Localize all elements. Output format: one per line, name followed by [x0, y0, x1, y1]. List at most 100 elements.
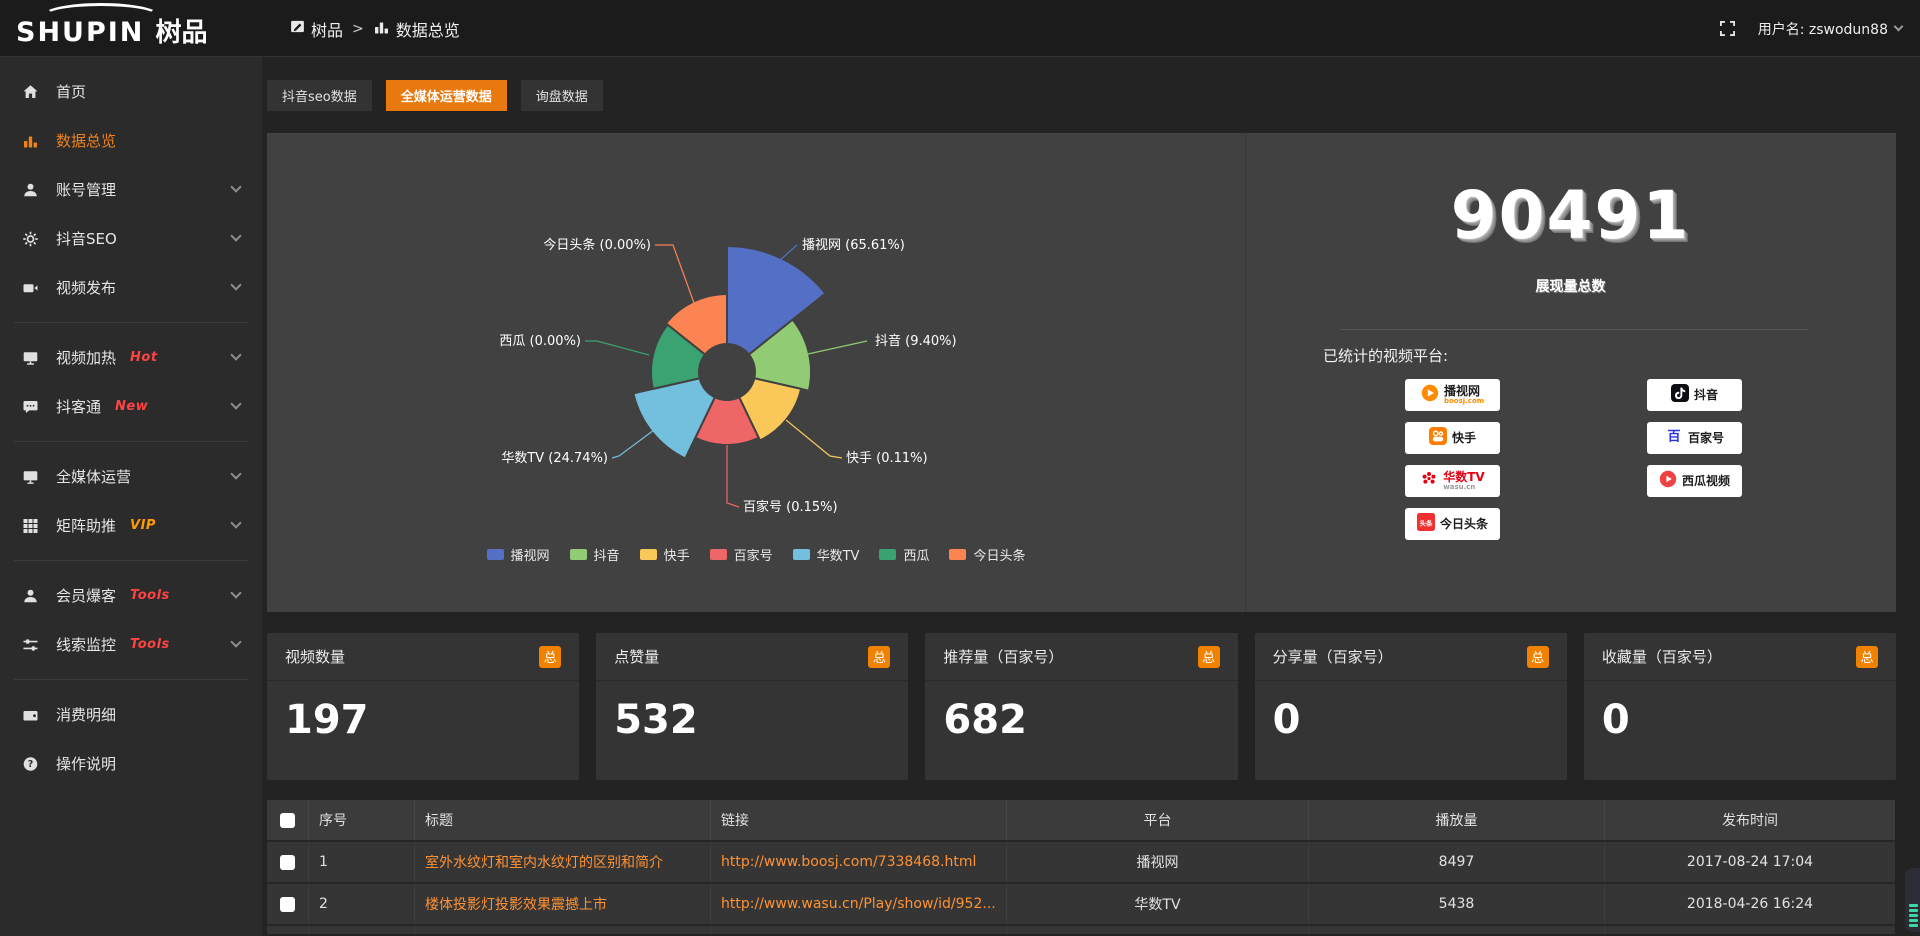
legend-item-百家号[interactable]: 百家号	[710, 545, 773, 564]
sidebar-item-label: 线索监控	[56, 634, 116, 655]
total-badge: 总	[868, 646, 890, 668]
stat-card-header: 推荐量（百家号）总	[925, 633, 1237, 681]
sidebar-item-线索监控[interactable]: 线索监控 Tools	[0, 620, 262, 669]
table-header-链接: 链接	[710, 800, 1006, 840]
pie-leader-line	[808, 341, 867, 354]
partial-cell	[710, 926, 1006, 934]
select-all-checkbox[interactable]	[280, 813, 295, 828]
row-title-cell: 楼体投影灯投影效果震撼上市	[414, 884, 710, 924]
pie-leader-line	[727, 445, 739, 507]
sidebar-item-视频发布[interactable]: 视频发布	[0, 263, 262, 312]
chevron-down-icon	[230, 636, 241, 647]
row-checkbox[interactable]	[280, 855, 295, 870]
table-row-partial	[267, 926, 1895, 934]
tab-抖音seo数据[interactable]: 抖音seo数据	[267, 80, 372, 111]
legend-item-西瓜[interactable]: 西瓜	[879, 545, 929, 564]
fullscreen-icon[interactable]	[1719, 20, 1736, 37]
chevron-down-icon	[230, 349, 241, 360]
legend-item-今日头条[interactable]: 今日头条	[949, 545, 1025, 564]
breadcrumb: 树品 > 数据总览	[290, 0, 460, 57]
overview-panel: 播视网 (65.61%)抖音 (9.40%)快手 (0.11%)百家号 (0.1…	[267, 133, 1896, 612]
sidebar-item-label: 会员爆客	[56, 585, 116, 606]
sidebar-divider	[14, 679, 248, 680]
sidebar-item-首页[interactable]: 首页	[0, 67, 262, 116]
legend-item-华数TV[interactable]: 华数TV	[793, 545, 860, 564]
legend-swatch	[570, 549, 587, 560]
video-url-link[interactable]: http://www.boosj.com/7338468.html	[721, 854, 976, 870]
sidebar-item-全媒体运营[interactable]: 全媒体运营	[0, 452, 262, 501]
widget-stripe	[1909, 909, 1918, 912]
legend-label: 西瓜	[903, 545, 929, 564]
boosj-logo-icon	[1421, 384, 1439, 406]
scroll-widget[interactable]	[1905, 868, 1920, 932]
sidebar-menu: 首页数据总览账号管理抖音SEO 视频发布视频加热Hot抖客通New 全媒体运营矩阵助…	[0, 67, 262, 788]
sidebar-item-label: 消费明细	[56, 704, 116, 725]
sidebar-item-badge: VIP	[130, 518, 156, 533]
row-plays-cell: 5438	[1308, 884, 1604, 924]
row-index-cell: 1	[308, 842, 414, 882]
stat-card-value: 532	[596, 681, 908, 743]
sidebar-item-label: 矩阵助推	[56, 515, 116, 536]
username-label: 用户名: zswodun88	[1758, 19, 1888, 39]
question-circle-icon: ?	[22, 755, 42, 772]
chevron-down-icon	[230, 468, 241, 479]
pie-leader-line	[612, 430, 654, 458]
platform-badge-今日头条: 头条今日头条	[1405, 508, 1500, 540]
stat-card-value: 0	[1255, 681, 1567, 743]
widget-stripe	[1909, 904, 1918, 907]
sidebar-item-数据总览[interactable]: 数据总览	[0, 116, 262, 165]
column-header-label: 标题	[425, 810, 453, 830]
sidebar-item-消费明细[interactable]: 消费明细	[0, 690, 262, 739]
tab-询盘数据[interactable]: 询盘数据	[521, 80, 603, 111]
pie-slice-华数TV[interactable]	[633, 378, 714, 458]
wallet-icon	[22, 706, 42, 723]
video-title-link[interactable]: 楼体投影灯投影效果震撼上市	[425, 894, 607, 914]
sidebar-item-label: 全媒体运营	[56, 466, 131, 487]
sidebar-item-账号管理[interactable]: 账号管理	[0, 165, 262, 214]
stat-card-视频数量: 视频数量总197	[267, 633, 579, 780]
sidebar-item-操作说明[interactable]: ?操作说明	[0, 739, 262, 788]
data-tabs: 抖音seo数据全媒体运营数据询盘数据	[267, 80, 603, 111]
legend-label: 播视网	[511, 545, 550, 564]
breadcrumb-current[interactable]: 数据总览	[373, 17, 460, 41]
total-badge: 总	[1856, 646, 1878, 668]
breadcrumb-root[interactable]: 树品	[290, 17, 343, 41]
pie-leader-line	[585, 341, 649, 355]
row-checkbox[interactable]	[280, 897, 295, 912]
total-badge: 总	[539, 646, 561, 668]
chevron-down-icon	[1894, 22, 1904, 32]
svg-text:头条: 头条	[1419, 519, 1433, 528]
sidebar-item-会员爆客[interactable]: 会员爆客 Tools	[0, 571, 262, 620]
toutiao-logo-icon: 头条	[1417, 513, 1435, 535]
legend-swatch	[793, 549, 810, 560]
legend-item-抖音[interactable]: 抖音	[570, 545, 620, 564]
sidebar-divider	[14, 560, 248, 561]
pie-label: 今日头条 (0.00%)	[543, 237, 651, 253]
video-title-link[interactable]: 室外水纹灯和室内水纹灯的区别和简介	[425, 852, 663, 872]
video-url-link[interactable]: http://www.wasu.cn/Play/show/id/952...	[721, 896, 996, 912]
row-index-cell: 2	[308, 884, 414, 924]
sidebar-item-label: 抖音SEO	[56, 228, 117, 249]
widget-stripe	[1909, 914, 1918, 917]
platform-badge-华数TV: 华数TVwasu.cn	[1405, 465, 1500, 497]
sidebar-item-矩阵助推[interactable]: 矩阵助推 VIP	[0, 501, 262, 550]
sidebar-item-抖客通[interactable]: 抖客通New	[0, 382, 262, 431]
chat-bubble-icon	[22, 398, 42, 415]
sidebar-item-badge: Tools	[130, 588, 170, 603]
legend-item-播视网[interactable]: 播视网	[487, 545, 550, 564]
douyin-logo-icon	[1671, 384, 1689, 406]
platform-subtitle: wasu.cn	[1443, 484, 1484, 491]
sidebar-item-badge: Tools	[130, 637, 170, 652]
user-menu[interactable]: 用户名: zswodun88	[1758, 19, 1902, 39]
legend-item-快手[interactable]: 快手	[640, 545, 690, 564]
dashboard-page: SHUPIN 树品 树品 > 数据总览 用户名: zswodun88 首页数据总…	[0, 0, 1920, 936]
total-badge: 总	[1198, 646, 1220, 668]
video-camera-icon	[22, 279, 42, 296]
legend-swatch	[710, 549, 727, 560]
sidebar-item-视频加热[interactable]: 视频加热Hot	[0, 333, 262, 382]
tab-全媒体运营数据[interactable]: 全媒体运营数据	[386, 80, 507, 111]
table-header-发布时间: 发布时间	[1604, 800, 1895, 840]
sidebar-item-抖音SEO[interactable]: 抖音SEO	[0, 214, 262, 263]
sidebar-item-label: 首页	[56, 81, 86, 102]
monitor-icon	[22, 468, 42, 485]
